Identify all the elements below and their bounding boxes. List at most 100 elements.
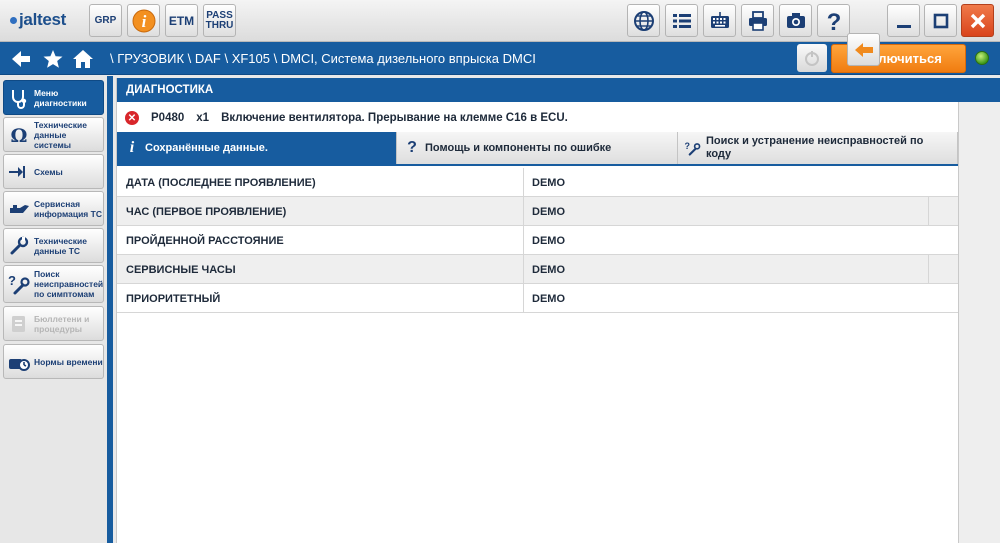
- svg-text:?: ?: [826, 9, 841, 33]
- logo-text: jaltest: [19, 10, 67, 29]
- favorites-button[interactable]: [42, 48, 64, 70]
- freeze-frame-table: ДАТА (ПОСЛЕДНЕЕ ПРОЯВЛЕНИЕ) DEMO ЧАС (ПЕ…: [117, 168, 958, 313]
- row-name: ПРОЙДЕННОЙ РАССТОЯНИЕ: [126, 235, 284, 247]
- return-button[interactable]: [847, 33, 880, 66]
- jaltest-logo: jaltest: [10, 9, 66, 31]
- camera-icon: [786, 12, 805, 28]
- row-name: ДАТА (ПОСЛЕДНЕЕ ПРОЯВЛЕНИЕ): [126, 177, 316, 189]
- back-button[interactable]: [10, 48, 32, 70]
- main-panel: ДИАГНОСТИКА ✕ P0480 x1 Включение вентиля…: [116, 78, 1000, 543]
- thru-label: THRU: [205, 19, 234, 31]
- dtc-description: Включение вентилятора. Прерывание на кле…: [221, 112, 568, 124]
- table-row: ДАТА (ПОСЛЕДНЕЕ ПРОЯВЛЕНИЕ) DEMO: [117, 168, 958, 197]
- schematic-icon: [7, 160, 31, 184]
- list-button[interactable]: [665, 4, 698, 37]
- tab-label: Сохранённые данные.: [145, 141, 268, 154]
- row-value: DEMO: [532, 293, 565, 305]
- connection-status-indicator: [975, 51, 989, 65]
- sidebar-item-label: Бюллетени и процедуры: [34, 313, 90, 334]
- grp-label: GRP: [94, 14, 117, 26]
- sidebar-item-label: Сервисная информация ТС: [34, 198, 102, 219]
- tab-underline: [117, 164, 958, 166]
- table-row: ПРИОРИТЕТНЫЙ DEMO: [117, 284, 958, 313]
- web-button[interactable]: [627, 4, 660, 37]
- column-divider: [523, 197, 524, 225]
- print-button[interactable]: [741, 4, 774, 37]
- help-icon: ?: [407, 139, 417, 156]
- row-name: ПРИОРИТЕТНЫЙ: [126, 293, 221, 305]
- sidebar-item-service-info[interactable]: Сервисная информация ТС: [3, 191, 104, 226]
- svg-text:Ω: Ω: [11, 125, 28, 146]
- keyboard-button[interactable]: [703, 4, 736, 37]
- right-action-column: [958, 102, 1000, 543]
- sidebar-item-symptom-troubleshooting[interactable]: ? Поиск неисправностей по симптомам: [3, 265, 104, 303]
- grp-button[interactable]: GRP: [89, 4, 122, 37]
- row-value: DEMO: [532, 264, 565, 276]
- maximize-icon: [933, 13, 948, 28]
- column-divider: [928, 255, 929, 283]
- arrow-left-icon: [854, 42, 873, 57]
- lock-icon: [805, 51, 819, 66]
- sidebar-item-vehicle-tech-data[interactable]: Технические данные ТС: [3, 228, 104, 263]
- tab-saved-data[interactable]: i Сохранённые данные.: [117, 132, 397, 164]
- tab-error-help[interactable]: ? Помощь и компоненты по ошибке: [397, 132, 678, 164]
- dtc-line[interactable]: ✕ P0480 x1 Включение вентилятора. Прерыв…: [125, 110, 568, 126]
- print-icon: [748, 10, 767, 31]
- table-row: СЕРВИСНЫЕ ЧАСЫ DEMO: [117, 255, 958, 284]
- omega-icon: Ω: [7, 123, 31, 147]
- oil-can-icon: [7, 197, 31, 221]
- home-button[interactable]: [72, 48, 94, 70]
- column-divider: [523, 168, 524, 196]
- arrow-left-icon: [12, 51, 30, 67]
- pass-thru-label: PASS THRU: [205, 9, 234, 31]
- row-name: СЕРВИСНЫЕ ЧАСЫ: [126, 264, 236, 276]
- close-button[interactable]: [961, 4, 994, 37]
- pass-thru-button[interactable]: PASS THRU: [203, 4, 236, 37]
- tab-bar: i Сохранённые данные. ? Помощь и компоне…: [117, 132, 958, 164]
- minimize-button[interactable]: [887, 4, 920, 37]
- sidebar-item-bulletins[interactable]: Бюллетени и процедуры: [3, 306, 104, 341]
- section-title: ДИАГНОСТИКА: [117, 78, 1000, 102]
- column-divider: [523, 284, 524, 312]
- tab-label: Помощь и компоненты по ошибке: [425, 141, 612, 154]
- minimize-icon: [896, 24, 911, 28]
- bulletin-icon: [7, 312, 31, 336]
- help-button[interactable]: ?: [817, 4, 850, 37]
- sidebar-item-schematics[interactable]: Схемы: [3, 154, 104, 189]
- row-value: DEMO: [532, 206, 565, 218]
- sidebar-item-system-tech-data[interactable]: Ω Технические данные системы: [3, 117, 104, 152]
- info-icon: i: [129, 139, 135, 156]
- svg-text:i: i: [141, 12, 146, 31]
- sidebar-item-label: Меню диагностики: [34, 87, 87, 108]
- home-icon: [73, 50, 93, 68]
- sidebar-item-label: Технические данные ТС: [34, 235, 87, 256]
- row-value: DEMO: [532, 235, 565, 247]
- screenshot-button[interactable]: [779, 4, 812, 37]
- sidebar: Меню диагностики Ω Технические данные сист…: [0, 76, 107, 543]
- maximize-button[interactable]: [924, 4, 957, 37]
- troubleshoot-icon: ?: [7, 272, 31, 296]
- sidebar-item-labour-times[interactable]: Нормы времени: [3, 344, 104, 379]
- sidebar-divider: [107, 76, 113, 543]
- sidebar-item-label: Схемы: [34, 166, 63, 177]
- table-row: ЧАС (ПЕРВОЕ ПРОЯВЛЕНИЕ) DEMO: [117, 197, 958, 226]
- logo-dot-icon: [10, 16, 17, 24]
- svg-text:?: ?: [8, 273, 16, 288]
- star-icon: [43, 50, 63, 68]
- column-divider: [523, 226, 524, 254]
- sidebar-item-label: Нормы времени: [34, 356, 103, 367]
- etm-label: ETM: [168, 13, 195, 28]
- globe-icon: [633, 10, 654, 31]
- info-button[interactable]: i: [127, 4, 160, 37]
- lock-button[interactable]: [797, 44, 827, 72]
- tab-label: Поиск и устранение неисправностей по коду: [706, 135, 924, 160]
- sidebar-item-diagnostics-menu[interactable]: Меню диагностики: [3, 80, 104, 115]
- keyboard-icon: [710, 11, 729, 28]
- table-row: ПРОЙДЕННОЙ РАССТОЯНИЕ DEMO: [117, 226, 958, 255]
- sidebar-item-label: Технические данные системы: [34, 119, 87, 150]
- etm-button[interactable]: ETM: [165, 4, 198, 37]
- close-icon: [970, 13, 985, 28]
- tab-code-troubleshooting[interactable]: ? Поиск и устранение неисправностей по ко…: [678, 132, 958, 164]
- svg-text:?: ?: [685, 141, 691, 151]
- pass-label: PASS: [206, 9, 233, 21]
